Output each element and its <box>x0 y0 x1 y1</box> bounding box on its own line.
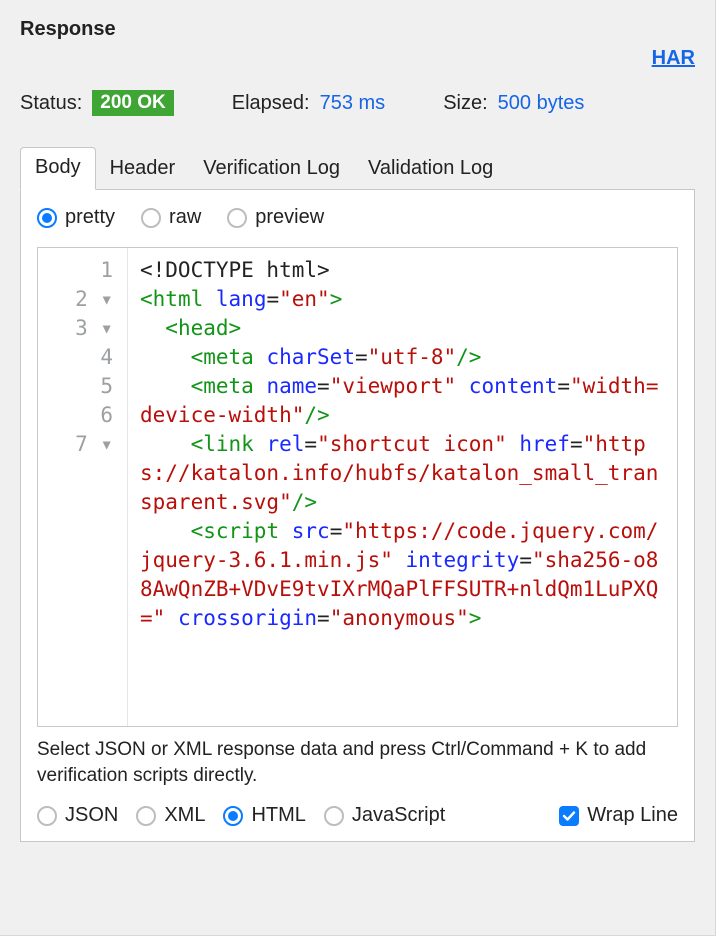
status-badge: 200 OK <box>92 90 173 116</box>
radio-icon <box>141 208 161 228</box>
gutter: 1 2 ▾ 3 ▾ 4 5 6 7 ▾ <box>38 248 128 726</box>
format-row: JSON XML HTML JavaScript Wrap Line <box>37 804 678 827</box>
radio-icon <box>223 806 243 826</box>
har-link[interactable]: HAR <box>652 47 695 69</box>
tabbar: Body Header Verification Log Validation … <box>20 146 695 190</box>
elapsed-label: Elapsed: <box>232 92 310 115</box>
wrap-line-checkbox[interactable]: Wrap Line <box>559 804 678 827</box>
code-body[interactable]: <!DOCTYPE html> <html lang="en"> <head> … <box>128 248 677 726</box>
fmt-html-label: HTML <box>251 804 305 827</box>
view-raw-label: raw <box>169 206 201 229</box>
size-value: 500 bytes <box>498 92 585 115</box>
view-preview-label: preview <box>255 206 324 229</box>
radio-icon <box>37 208 57 228</box>
fmt-json-radio[interactable]: JSON <box>37 804 118 827</box>
response-panel: Response HAR Status: 200 OK Elapsed: 753… <box>0 0 716 936</box>
view-pretty-radio[interactable]: pretty <box>37 206 115 229</box>
fmt-xml-radio[interactable]: XML <box>136 804 205 827</box>
har-link-row: HAR <box>20 47 695 70</box>
radio-icon <box>227 208 247 228</box>
fmt-json-label: JSON <box>65 804 118 827</box>
wrap-line-label: Wrap Line <box>587 804 678 827</box>
checkbox-icon <box>559 806 579 826</box>
size-label: Size: <box>443 92 487 115</box>
tab-body[interactable]: Body <box>20 147 96 190</box>
view-raw-radio[interactable]: raw <box>141 206 201 229</box>
fmt-xml-label: XML <box>164 804 205 827</box>
tab-verification-log[interactable]: Verification Log <box>189 149 354 190</box>
panel-title: Response <box>20 18 116 40</box>
hint-text: Select JSON or XML response data and pre… <box>37 737 678 788</box>
status-row: Status: 200 OK Elapsed: 753 ms Size: 500… <box>20 90 695 116</box>
tab-validation-log[interactable]: Validation Log <box>354 149 507 190</box>
elapsed-value: 753 ms <box>320 92 386 115</box>
view-mode-row: pretty raw preview <box>37 206 678 229</box>
status-label: Status: <box>20 92 82 115</box>
fmt-js-label: JavaScript <box>352 804 445 827</box>
radio-icon <box>136 806 156 826</box>
code-editor[interactable]: 1 2 ▾ 3 ▾ 4 5 6 7 ▾ <!DOCTYPE html> <htm… <box>37 247 678 727</box>
view-pretty-label: pretty <box>65 206 115 229</box>
tab-body-content: pretty raw preview 1 2 ▾ 3 ▾ 4 5 6 <box>20 190 695 842</box>
panel-header: Response <box>20 18 695 41</box>
view-preview-radio[interactable]: preview <box>227 206 324 229</box>
radio-icon <box>324 806 344 826</box>
tab-header[interactable]: Header <box>96 149 190 190</box>
fmt-js-radio[interactable]: JavaScript <box>324 804 445 827</box>
fmt-html-radio[interactable]: HTML <box>223 804 305 827</box>
radio-icon <box>37 806 57 826</box>
